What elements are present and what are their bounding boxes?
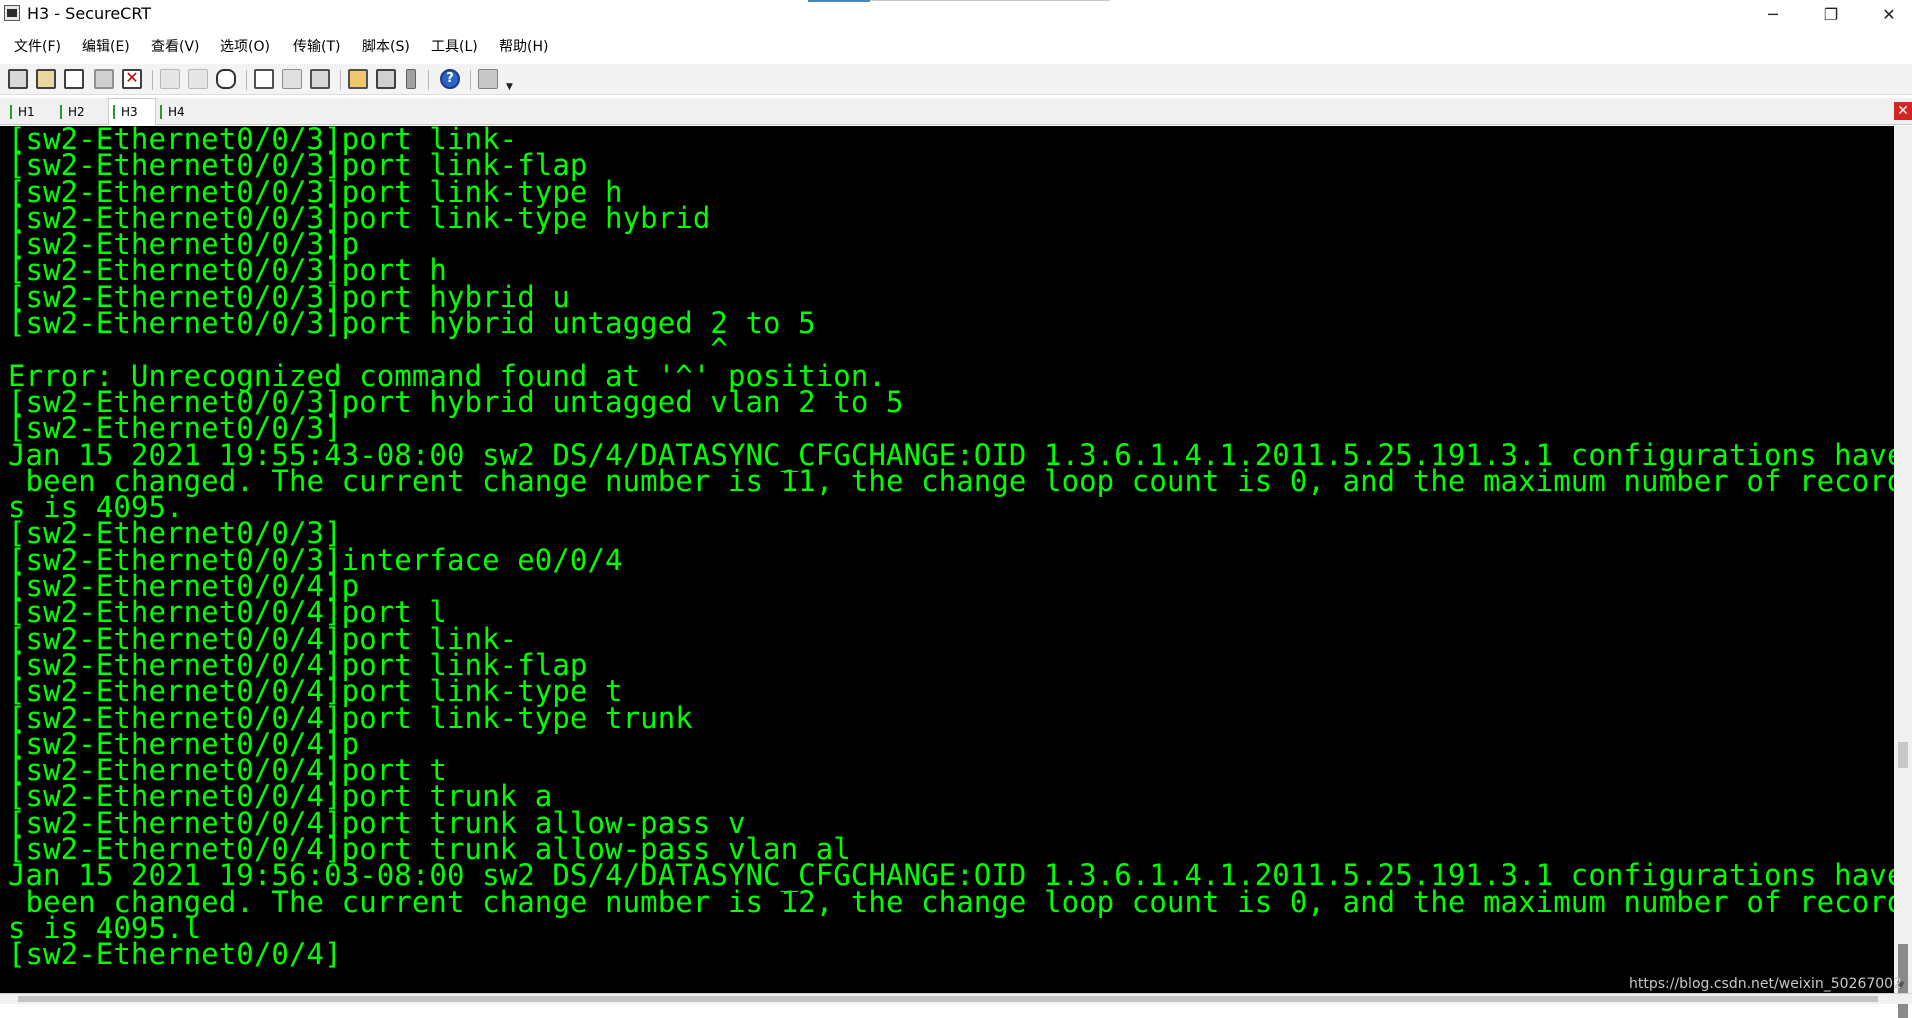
- tab-label: H3: [121, 105, 138, 119]
- connect-tab-icon[interactable]: [64, 69, 84, 89]
- tab-label: H1: [18, 105, 35, 119]
- find-icon[interactable]: [216, 69, 236, 89]
- menu-file[interactable]: 文件(F): [14, 36, 61, 56]
- paste-icon[interactable]: [188, 69, 208, 89]
- securecrt-app-icon[interactable]: [4, 5, 20, 21]
- keymap-icon[interactable]: [406, 69, 416, 89]
- copy-icon[interactable]: [160, 69, 180, 89]
- tab-label: H4: [168, 105, 185, 119]
- tab-status-icon: [60, 105, 62, 119]
- tab-status-icon: [10, 105, 12, 119]
- toolbar-separator: [246, 70, 247, 90]
- tab-status-icon: [160, 105, 162, 119]
- watermark: https://blog.csdn.net/weixin_50267002: [1628, 976, 1902, 992]
- toolbar-separator: [470, 70, 471, 90]
- session-options-icon[interactable]: [348, 69, 368, 89]
- session-tab-bar: H1 H2 H3 H4: [0, 98, 1912, 125]
- terminal-line: been changed. The current change number …: [8, 884, 1894, 919]
- menu-transfer[interactable]: 传输(T): [293, 36, 340, 56]
- toolbar: ✕ ? ▼: [0, 64, 1912, 95]
- print-screen-icon[interactable]: [310, 69, 330, 89]
- menu-options[interactable]: 选项(O): [220, 36, 270, 56]
- restore-button[interactable]: ❐: [1802, 0, 1860, 28]
- terminal-line: [sw2-Ethernet0/0/4]: [8, 937, 342, 972]
- tab-status-icon: [113, 105, 115, 119]
- tab-h4[interactable]: H4: [160, 101, 194, 123]
- terminal-line: been changed. The current change number …: [8, 463, 1894, 498]
- connect-icon[interactable]: [8, 69, 28, 89]
- toolbar-separator: [340, 70, 341, 90]
- terminal-screen[interactable]: [sw2-Ethernet0/0/3]port link- [sw2-Ethern…: [0, 126, 1894, 993]
- menu-bar: 文件(F) 编辑(E) 查看(V) 选项(O) 传输(T) 脚本(S) 工具(L…: [0, 34, 1912, 58]
- toolbar-overflow-icon[interactable]: ▼: [506, 82, 513, 92]
- menu-edit[interactable]: 编辑(E): [82, 36, 130, 56]
- menu-view[interactable]: 查看(V): [151, 36, 200, 56]
- horizontal-scrollbar[interactable]: [0, 993, 1912, 1004]
- tab-h1[interactable]: H1: [10, 101, 44, 123]
- tab-h2[interactable]: H2: [60, 101, 94, 123]
- vertical-scrollbar[interactable]: ▼: [1894, 126, 1912, 1018]
- toolbar-separator: [152, 70, 153, 90]
- title-bar: H3 - SecureCRT ─ ❐ ✕: [0, 0, 1912, 28]
- toolbar-separator: [428, 70, 429, 90]
- reconnect-icon[interactable]: [94, 69, 114, 89]
- menu-tools[interactable]: 工具(L): [431, 36, 478, 56]
- tab-label: H2: [68, 105, 85, 119]
- quick-connect-icon[interactable]: [36, 69, 56, 89]
- minimize-button[interactable]: ─: [1744, 0, 1802, 28]
- print-icon[interactable]: [282, 69, 302, 89]
- terminal-output: [sw2-Ethernet0/0/3]port link- [sw2-Ethern…: [8, 126, 1894, 972]
- disconnect-icon[interactable]: ✕: [122, 69, 142, 89]
- print-setup-icon[interactable]: [254, 69, 274, 89]
- horizontal-scrollbar-thumb[interactable]: [18, 996, 1878, 1002]
- scrollbar-marker: [1898, 742, 1908, 768]
- sftp-icon[interactable]: [478, 69, 498, 89]
- tab-h3[interactable]: H3: [108, 98, 156, 125]
- close-tab-icon[interactable]: ✕: [1894, 102, 1912, 120]
- window-title: H3 - SecureCRT: [27, 4, 152, 23]
- menu-script[interactable]: 脚本(S): [362, 36, 410, 56]
- menu-help[interactable]: 帮助(H): [499, 36, 548, 56]
- global-options-icon[interactable]: [376, 69, 396, 89]
- help-icon[interactable]: ?: [440, 69, 460, 89]
- title-accent-line-2: [870, 0, 1110, 1]
- title-accent-line: [808, 0, 870, 2]
- close-button[interactable]: ✕: [1860, 0, 1912, 28]
